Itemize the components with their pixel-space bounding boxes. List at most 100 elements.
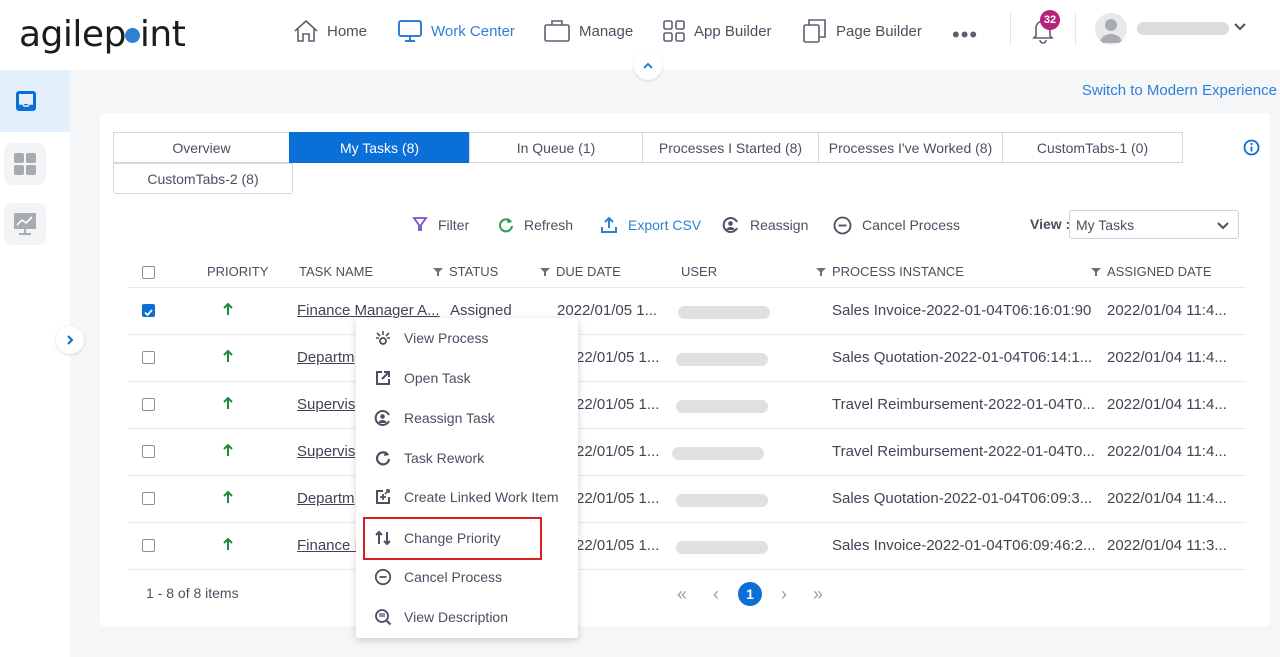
task-name-link[interactable]: Supervis: [297, 396, 355, 413]
tab-overview[interactable]: Overview: [113, 132, 290, 163]
menu-item-create-linked-work-item[interactable]: Create Linked Work Item: [356, 479, 578, 515]
chevron-down-icon: [1234, 23, 1246, 31]
header-status[interactable]: STATUS: [433, 264, 498, 279]
table-row[interactable]: Departm 22/01/05 1... Sales Quotation-2022…: [128, 335, 1246, 382]
sidebar-item-inbox[interactable]: [0, 70, 70, 132]
menu-item-task-rework[interactable]: Task Rework: [356, 440, 578, 476]
task-status: Assigned: [450, 302, 512, 319]
task-name-link[interactable]: Departm: [297, 349, 355, 366]
reassign-icon: [722, 217, 738, 233]
header-task-name[interactable]: TASK NAME: [299, 264, 373, 279]
cancel-process-button[interactable]: Cancel Process: [833, 214, 960, 236]
user-redacted: [678, 306, 770, 319]
page-1-button[interactable]: 1: [738, 582, 762, 606]
select-all-checkbox[interactable]: [142, 266, 155, 279]
user-menu-chevron[interactable]: [1233, 20, 1247, 37]
info-button[interactable]: [1243, 139, 1260, 159]
nav-page-builder[interactable]: Page Builder: [802, 0, 922, 62]
tab-processes-started[interactable]: Processes I Started (8): [642, 132, 819, 163]
sidebar-item-analytics[interactable]: [4, 203, 46, 245]
nav-work-center-label: Work Center: [431, 22, 515, 40]
task-name-link[interactable]: Finance Manager A...: [297, 302, 440, 319]
task-name-link[interactable]: Departm: [297, 490, 355, 507]
priority-high-icon: [222, 537, 234, 554]
tab-customtabs-2[interactable]: CustomTabs-2 (8): [113, 163, 293, 194]
refresh-icon: [499, 218, 513, 233]
reassign-button[interactable]: Reassign: [722, 214, 808, 236]
nav-home[interactable]: Home: [293, 0, 367, 62]
header-task-name-label: TASK NAME: [299, 264, 374, 279]
task-due-date: 22/01/05 1...: [576, 349, 660, 366]
priority-high-icon: [222, 302, 234, 319]
logo-dot: [124, 28, 140, 43]
column-filter-icon[interactable]: [1091, 267, 1101, 277]
header-due-date-label: DUE DATE: [556, 264, 621, 279]
collapse-header-button[interactable]: [634, 52, 662, 80]
menu-item-open-task[interactable]: Open Task: [356, 360, 578, 396]
menu-item-view-description[interactable]: View Description: [356, 599, 578, 635]
tab-customtabs-1[interactable]: CustomTabs-1 (0): [1002, 132, 1183, 163]
table-row[interactable]: Finance Manager A... Assigned 2022/01/05 1…: [128, 288, 1246, 335]
assigned-date: 2022/01/04 11:4...: [1107, 490, 1227, 507]
menu-item-label: Change Priority: [404, 530, 501, 546]
row-checkbox[interactable]: [142, 398, 155, 411]
table-row[interactable]: Supervis 22/01/05 1... Travel Reimbursemen…: [128, 382, 1246, 429]
monitor-icon: [398, 20, 422, 42]
agilepoint-logo[interactable]: agilep int: [19, 14, 186, 55]
row-checkbox[interactable]: [142, 304, 155, 317]
header-process-instance[interactable]: PROCESS INSTANCE: [816, 264, 964, 279]
expand-sidebar-button[interactable]: [56, 326, 84, 354]
header-priority[interactable]: PRIORITY: [207, 264, 268, 279]
nav-manage[interactable]: Manage: [543, 0, 633, 62]
chevron-down-icon: [1217, 222, 1229, 230]
table-row[interactable]: Finance I 22/01/05 1... Sales Invoice-2022…: [128, 523, 1246, 570]
menu-item-change-priority[interactable]: Change Priority: [356, 520, 578, 556]
task-name-link[interactable]: Finance I: [297, 537, 359, 554]
switch-to-modern-experience-link[interactable]: Switch to Modern Experience: [1082, 82, 1277, 99]
next-page-button[interactable]: ›: [770, 582, 798, 606]
tab-my-tasks[interactable]: My Tasks (8): [289, 132, 470, 163]
column-filter-icon[interactable]: [540, 267, 550, 277]
header-due-date[interactable]: DUE DATE: [540, 264, 621, 279]
nav-work-center[interactable]: Work Center: [397, 0, 515, 62]
task-name-link[interactable]: Supervis: [297, 443, 355, 460]
view-select[interactable]: My Tasks: [1069, 210, 1239, 239]
inbox-icon: [16, 91, 36, 111]
row-checkbox[interactable]: [142, 539, 155, 552]
export-csv-button[interactable]: Export CSV: [600, 214, 701, 236]
refresh-button[interactable]: Refresh: [498, 214, 573, 236]
cancel-circle-icon: [374, 568, 392, 586]
logo-text-a: agilep: [19, 14, 126, 55]
home-icon: [294, 19, 318, 42]
user-redacted: [672, 447, 764, 460]
avatar[interactable]: [1095, 13, 1127, 45]
menu-item-reassign-task[interactable]: Reassign Task: [356, 400, 578, 436]
assigned-date: 2022/01/04 11:4...: [1107, 302, 1227, 319]
last-page-button[interactable]: »: [804, 582, 832, 606]
nav-app-builder[interactable]: App Builder: [662, 0, 772, 62]
tab-processes-worked[interactable]: Processes I've Worked (8): [818, 132, 1003, 163]
row-checkbox[interactable]: [142, 492, 155, 505]
row-checkbox[interactable]: [142, 351, 155, 364]
sidebar-item-apps[interactable]: [4, 143, 46, 185]
header-user[interactable]: USER: [681, 264, 717, 279]
column-filter-icon[interactable]: [816, 267, 826, 277]
process-instance: Sales Quotation-2022-01-04T06:14:1...: [832, 349, 1093, 366]
row-checkbox[interactable]: [142, 445, 155, 458]
more-menu-button[interactable]: •••: [952, 22, 978, 48]
tab-in-queue[interactable]: In Queue (1): [469, 132, 643, 163]
column-filter-icon[interactable]: [433, 267, 443, 277]
reassign-label: Reassign: [750, 217, 809, 233]
task-due-date: 2022/01/05 1...: [557, 302, 658, 319]
filter-button[interactable]: Filter: [412, 214, 469, 236]
rework-icon: [375, 451, 391, 466]
nav-app-builder-label: App Builder: [694, 22, 772, 40]
menu-item-cancel-process[interactable]: Cancel Process: [356, 559, 578, 595]
prev-page-button[interactable]: ‹: [702, 582, 730, 606]
pages-icon: [803, 19, 826, 43]
first-page-button[interactable]: «: [668, 582, 696, 606]
table-row[interactable]: Supervis 22/01/05 1... Travel Reimbursemen…: [128, 429, 1246, 476]
table-row[interactable]: Departm 22/01/05 1... Sales Quotation-2022…: [128, 476, 1246, 523]
header-assigned-date[interactable]: ASSIGNED DATE: [1091, 264, 1212, 279]
menu-item-view-process[interactable]: View Process: [356, 320, 578, 356]
